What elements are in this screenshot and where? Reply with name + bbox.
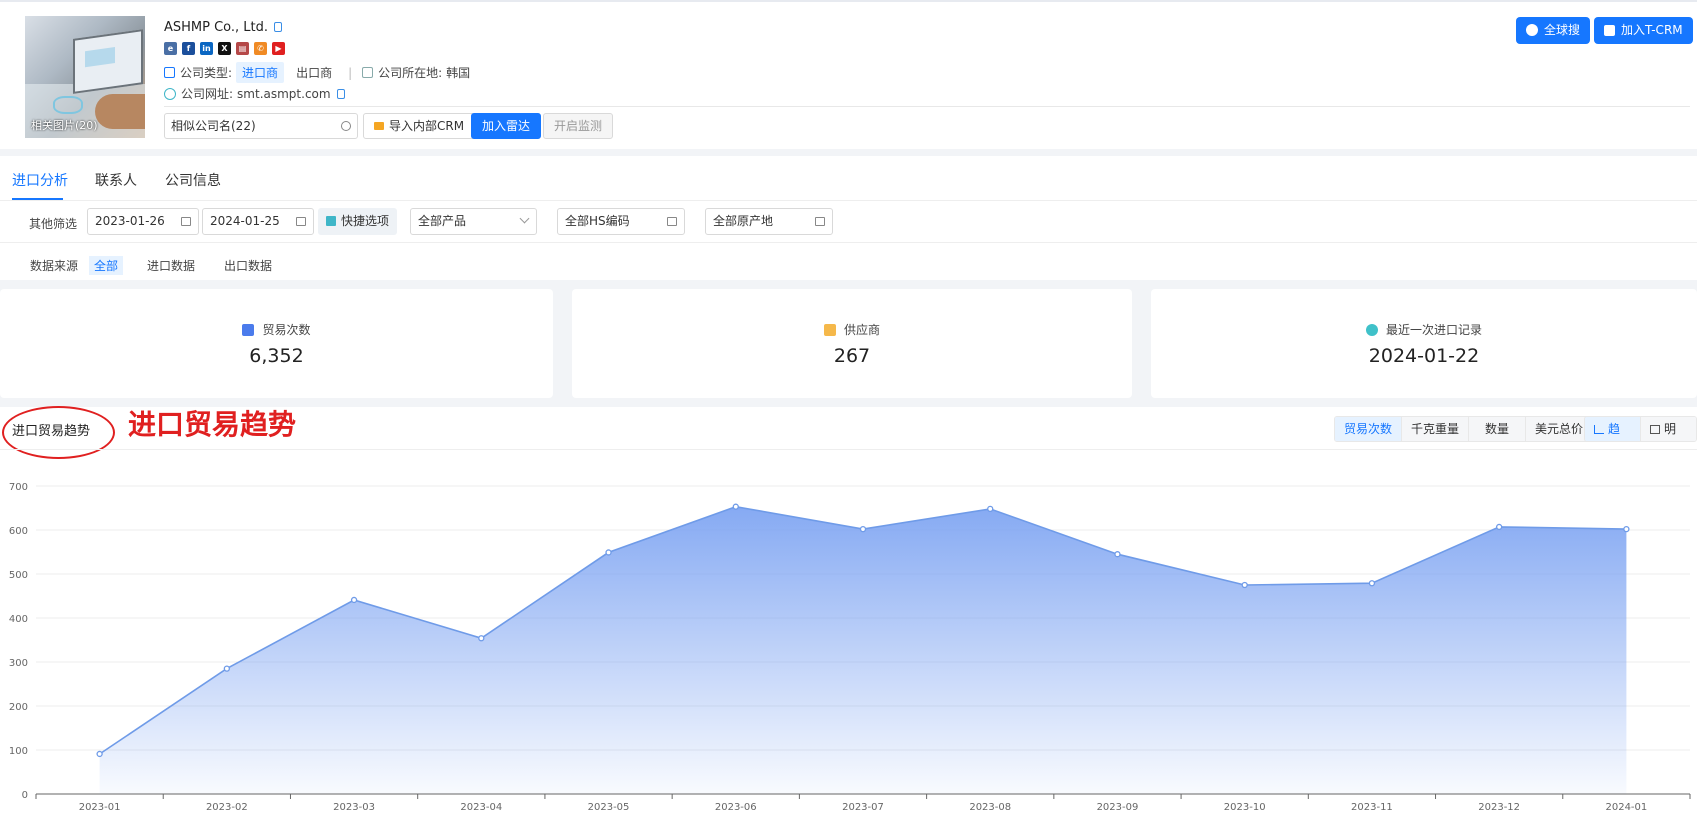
line-chart-icon	[1594, 425, 1604, 434]
company-type-icon	[164, 67, 175, 78]
link-icon	[341, 121, 351, 131]
clock-icon	[1365, 324, 1378, 336]
youtube-icon[interactable]: ▶	[272, 42, 285, 55]
metric-quantity[interactable]: 数量	[1469, 417, 1527, 441]
import-crm-button[interactable]: 导入内部CRM	[363, 113, 476, 139]
company-type-row: 公司类型: 进口商 出口商 | 公司所在地: 韩国	[164, 62, 470, 83]
company-location: 韩国	[446, 66, 471, 80]
location-icon	[362, 67, 374, 78]
facebook-icon[interactable]: f	[182, 42, 195, 55]
company-photo[interactable]: 相关图片(20)	[25, 16, 145, 138]
company-name: ASHMP Co., Ltd.	[164, 20, 283, 35]
view-tabs: 趋势 明细	[1584, 416, 1697, 442]
monitor-button[interactable]: 开启监测	[543, 113, 614, 139]
x-icon[interactable]: X	[218, 42, 231, 55]
quick-options-button[interactable]: 快捷选项	[318, 208, 398, 235]
social-links: e f in X ▤ ✆ ▶	[164, 42, 285, 55]
origin-select[interactable]: 全部原产地	[705, 208, 833, 235]
stat-last-import: 最近一次进口记录 2024-01-22	[1151, 289, 1697, 398]
quick-icon	[326, 216, 336, 226]
annotation-text: 进口贸易趋势	[128, 408, 297, 441]
photo-count-label[interactable]: 相关图片(20)	[31, 117, 98, 133]
hs-code-select[interactable]: 全部HS编码	[557, 208, 685, 235]
add-tcrm-button[interactable]: 加入T-CRM	[1594, 17, 1693, 44]
calendar-icon	[296, 217, 306, 226]
chevron-down-icon	[519, 213, 530, 224]
bar-chart-icon	[242, 324, 255, 336]
source-import[interactable]: 进口数据	[147, 257, 195, 274]
list-icon	[815, 217, 825, 226]
view-detail[interactable]: 明细	[1641, 417, 1696, 441]
building-icon	[823, 324, 836, 336]
add-radar-button[interactable]: 加入雷达	[471, 113, 542, 139]
metric-weight[interactable]: 千克重量	[1402, 417, 1470, 441]
laptop-image	[73, 29, 143, 94]
filter-label: 其他筛选	[29, 217, 78, 231]
company-header: 相关图片(20) ASHMP Co., Ltd. e f in X ▤ ✆ ▶ …	[0, 0, 1697, 149]
copy-icon[interactable]	[274, 22, 283, 32]
data-source-label: 数据来源	[30, 259, 79, 273]
website-link[interactable]: smt.asmpt.com	[237, 87, 331, 101]
metric-usd[interactable]: 美元总价	[1526, 417, 1593, 441]
edge-icon[interactable]: e	[164, 42, 177, 55]
printer-icon[interactable]: ▤	[236, 42, 249, 55]
website-row: 公司网址: smt.asmpt.com	[164, 85, 345, 102]
source-all[interactable]: 全部	[89, 256, 124, 275]
folder-icon	[374, 122, 384, 130]
tab-contacts[interactable]: 联系人	[95, 170, 137, 190]
type-importer-tag[interactable]: 进口商	[236, 62, 285, 83]
trade-trend-card	[0, 407, 1697, 822]
metric-trade-count[interactable]: 贸易次数	[1335, 417, 1403, 441]
table-icon	[1650, 425, 1660, 434]
calendar-icon	[181, 217, 191, 226]
phone-icon[interactable]: ✆	[254, 42, 267, 55]
tab-import-analysis[interactable]: 进口分析	[12, 170, 68, 190]
product-select[interactable]: 全部产品	[410, 208, 537, 235]
similar-company-select[interactable]: 相似公司名(22)	[164, 113, 358, 139]
stat-trade-count: 贸易次数 6,352	[0, 289, 553, 398]
list-icon	[667, 217, 677, 226]
source-export[interactable]: 出口数据	[224, 257, 272, 274]
tcrm-icon	[1604, 25, 1615, 36]
tab-company-info[interactable]: 公司信息	[165, 170, 221, 190]
date-from-input[interactable]: 2023-01-26	[87, 208, 199, 235]
copy-website-icon[interactable]	[336, 88, 345, 99]
metric-tabs: 贸易次数 千克重量 数量 美元总价	[1334, 416, 1594, 442]
globe-icon	[164, 87, 176, 100]
view-trend[interactable]: 趋势	[1585, 417, 1641, 441]
linkedin-icon[interactable]: in	[200, 42, 213, 55]
world-icon	[1526, 24, 1538, 36]
date-to-input[interactable]: 2024-01-25	[202, 208, 314, 235]
type-exporter-tag[interactable]: 出口商	[290, 62, 338, 83]
annotation-ellipse	[2, 406, 115, 459]
global-search-button[interactable]: 全球搜	[1516, 17, 1591, 44]
stat-suppliers: 供应商 267	[572, 289, 1132, 398]
